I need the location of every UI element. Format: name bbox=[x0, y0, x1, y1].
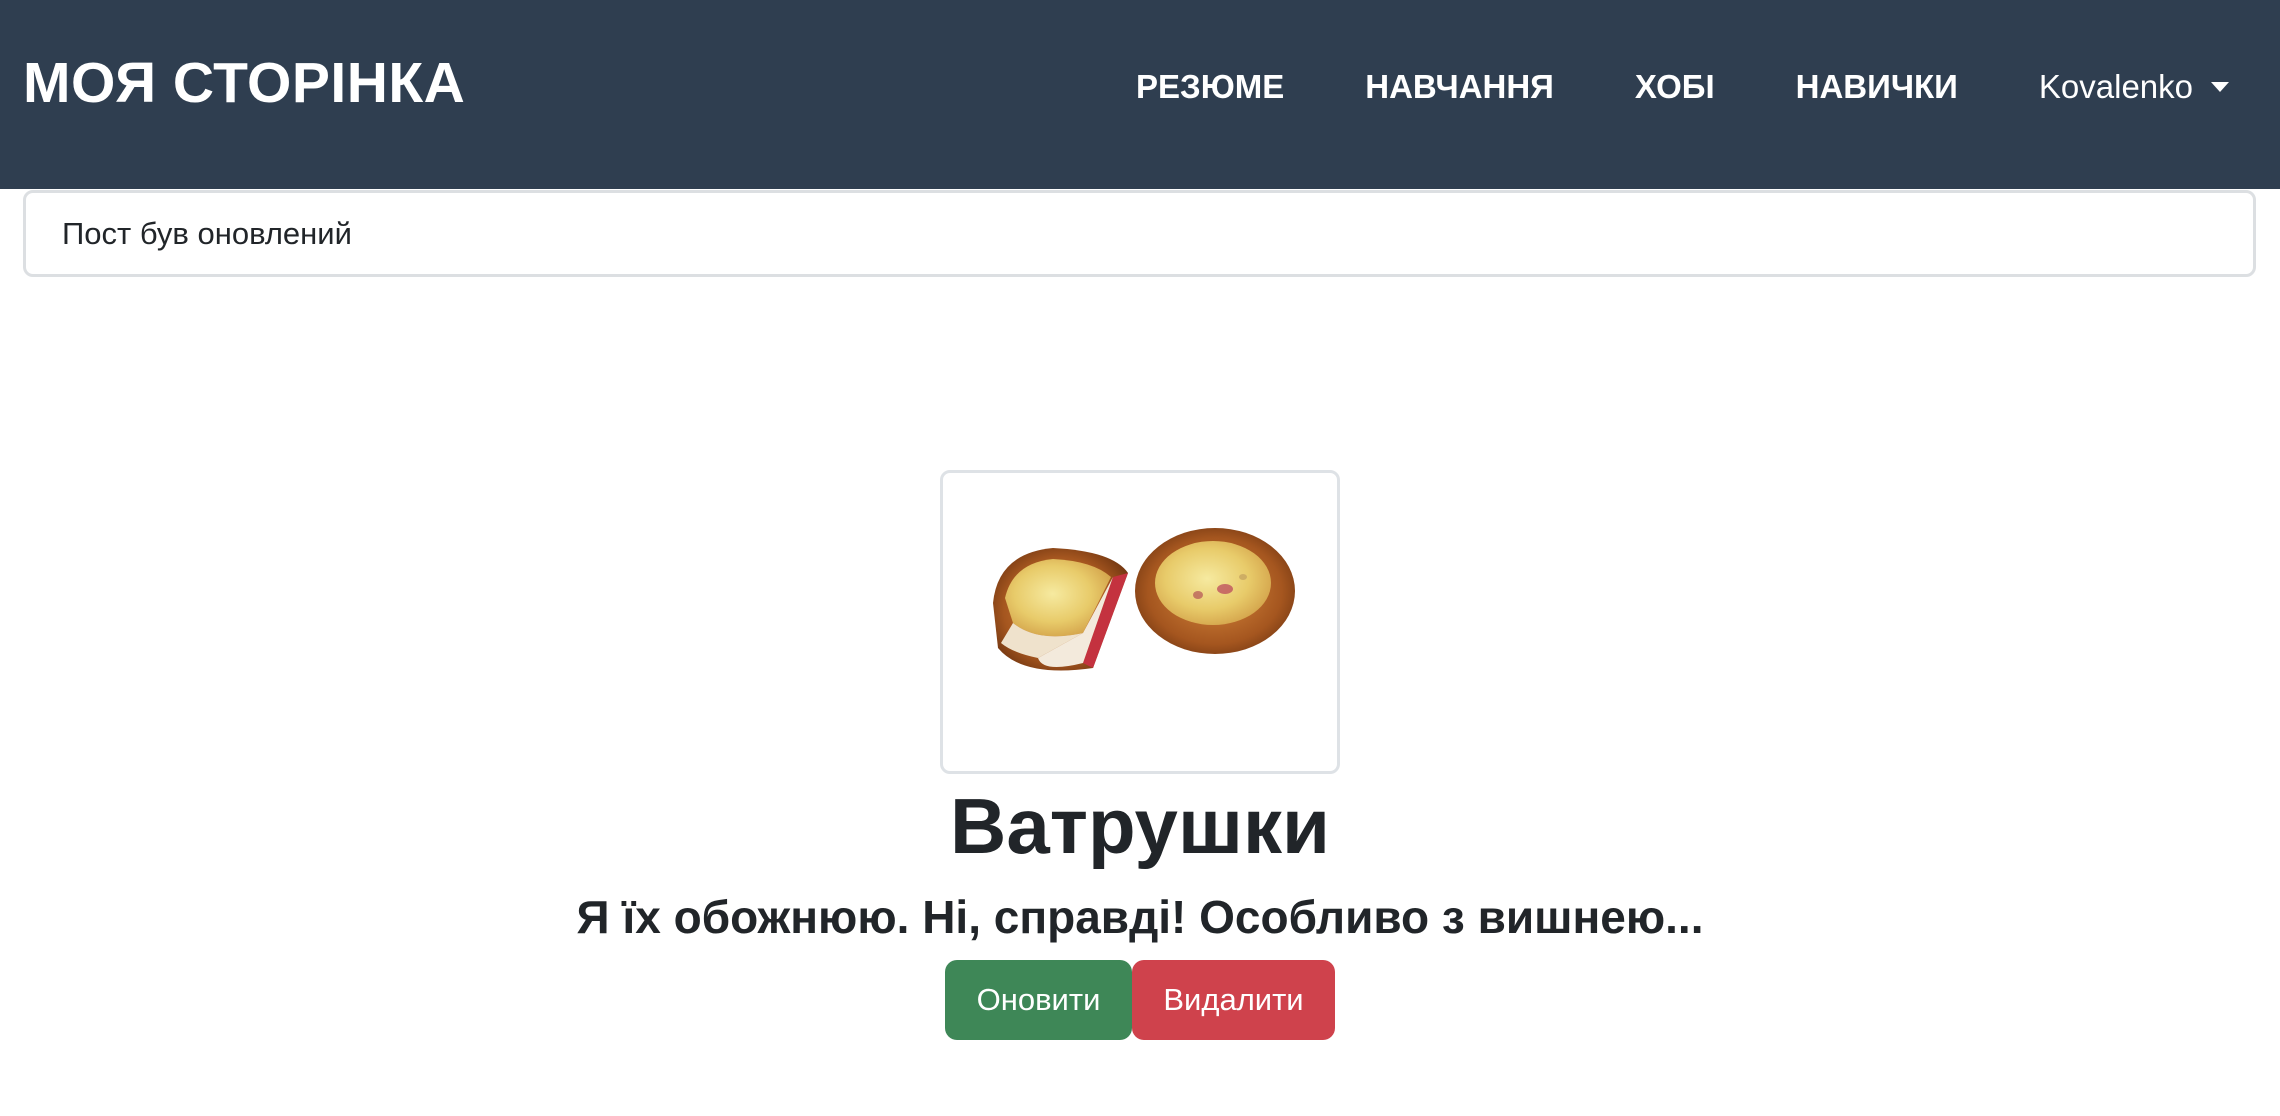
delete-button[interactable]: Видалити bbox=[1132, 960, 1335, 1040]
chevron-down-icon bbox=[2211, 82, 2229, 92]
user-name: Kovalenko bbox=[2038, 68, 2193, 105]
alert-message: Пост був оновлений bbox=[23, 190, 2256, 277]
user-dropdown[interactable]: Kovalenko bbox=[2039, 68, 2229, 106]
site-brand[interactable]: МОЯ СТОРІНКА bbox=[23, 50, 465, 116]
vatrushka-pastry-photo bbox=[993, 528, 1295, 671]
post-title: Ватрушки bbox=[950, 782, 1330, 870]
nav-link-education[interactable]: НАВЧАННЯ bbox=[1365, 68, 1554, 106]
nav-link-skills[interactable]: НАВИЧКИ bbox=[1796, 68, 1958, 106]
post-actions: Оновити Видалити bbox=[945, 960, 1335, 1040]
update-button[interactable]: Оновити bbox=[945, 960, 1132, 1040]
nav-link-hobby[interactable]: ХОБІ bbox=[1635, 68, 1715, 106]
nav-link-resume[interactable]: РЕЗЮМЕ bbox=[1136, 68, 1284, 106]
post-description: Я їх обожнюю. Ні, справді! Особливо з ви… bbox=[576, 891, 1704, 943]
nav-links: РЕЗЮМЕ НАВЧАННЯ ХОБІ НАВИЧКИ Kovalenko bbox=[1136, 0, 2280, 174]
post-image bbox=[940, 470, 1340, 774]
navbar: МОЯ СТОРІНКА РЕЗЮМЕ НАВЧАННЯ ХОБІ НАВИЧК… bbox=[0, 0, 2280, 189]
